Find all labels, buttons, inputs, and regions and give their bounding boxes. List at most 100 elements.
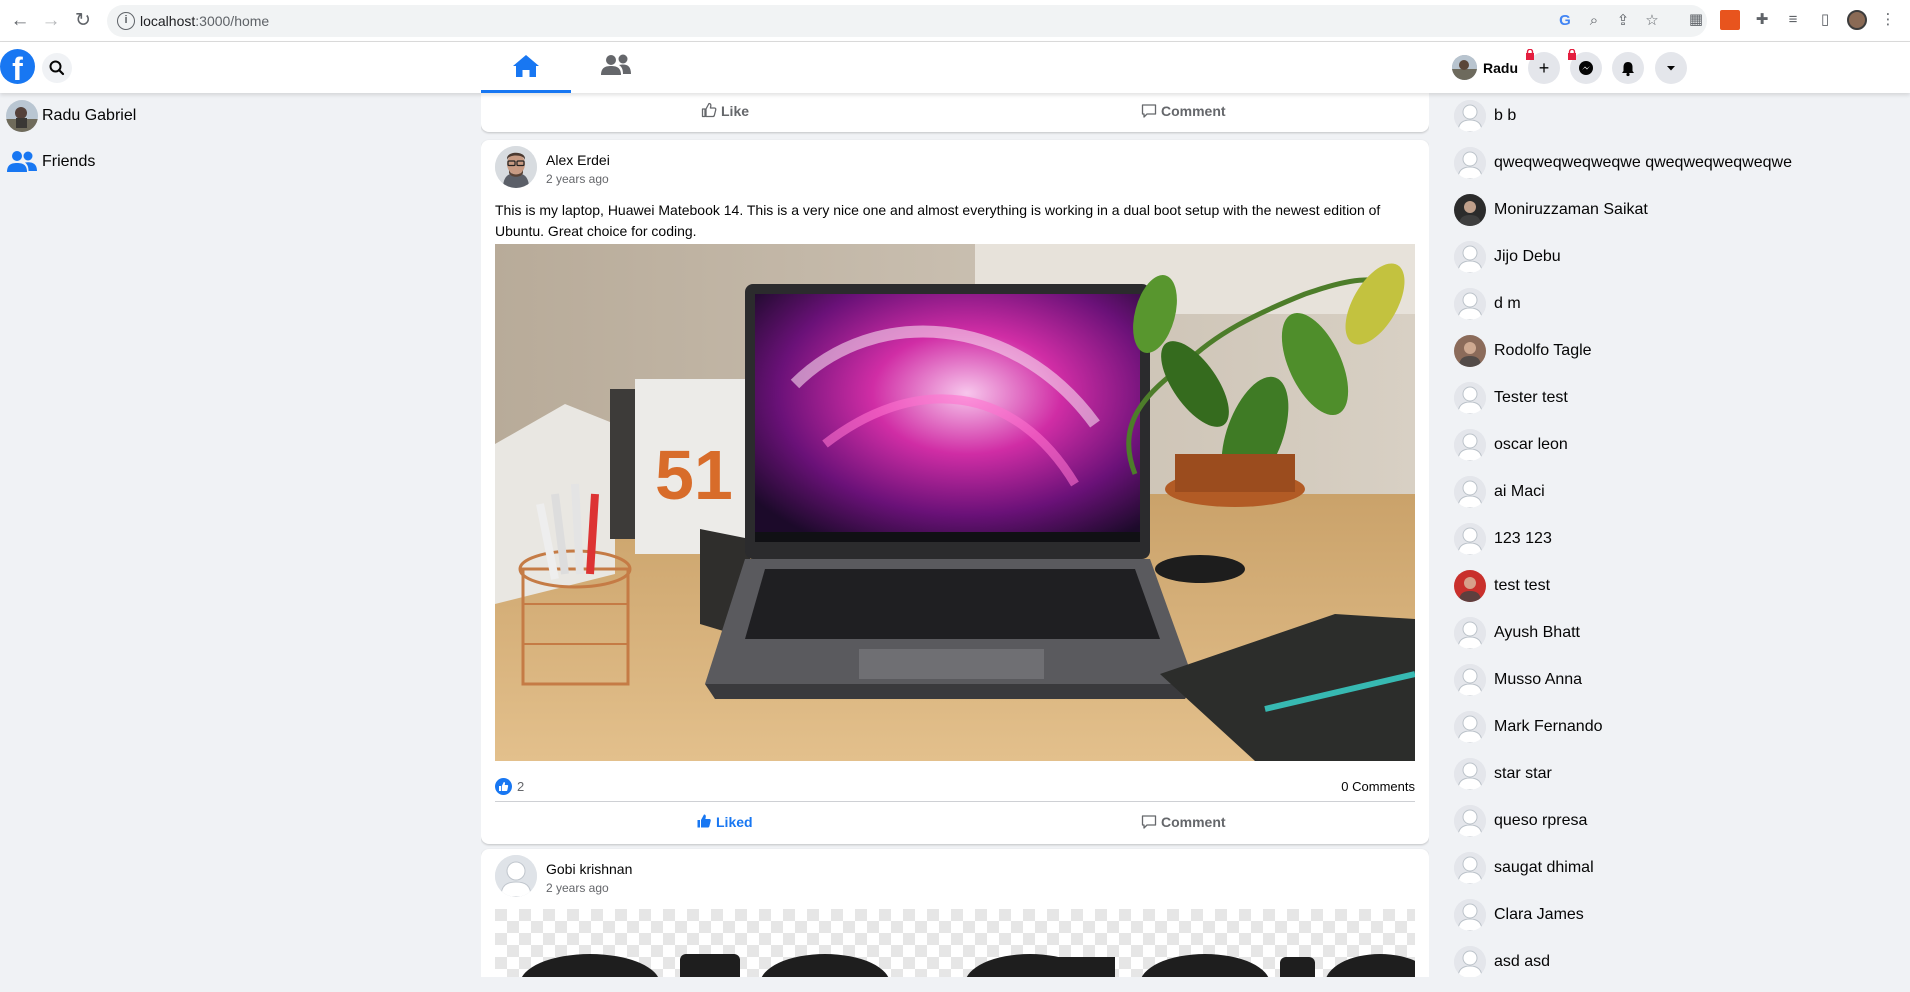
share-icon[interactable]: ⇪ xyxy=(1613,11,1633,31)
sidebar-item-friends[interactable]: Friends xyxy=(6,144,366,180)
comment-button[interactable]: Comment xyxy=(1141,93,1226,129)
friends-icon xyxy=(6,146,38,178)
create-button[interactable]: + xyxy=(1526,49,1560,84)
lock-icon xyxy=(1526,49,1534,60)
contact-item[interactable]: Mark Fernando xyxy=(1454,708,1904,748)
contact-name: star star xyxy=(1494,765,1552,782)
contact-item[interactable]: Tester test xyxy=(1454,379,1904,419)
extensions-puzzle-icon[interactable]: ✚ xyxy=(1752,10,1772,30)
back-icon[interactable]: ← xyxy=(8,9,32,33)
contact-item[interactable]: b b xyxy=(1454,97,1904,137)
reading-list-icon[interactable]: ≡ xyxy=(1783,10,1803,30)
post-image[interactable] xyxy=(495,909,1415,977)
site-info-icon[interactable]: i xyxy=(117,12,135,30)
off-extension-icon[interactable] xyxy=(1720,10,1740,30)
post-card: Gobi krishnan 2 years ago xyxy=(481,849,1429,977)
forward-icon[interactable]: → xyxy=(39,9,63,33)
avatar xyxy=(1454,617,1486,649)
comment-button[interactable]: Comment xyxy=(1141,804,1226,840)
caret-down-icon xyxy=(1667,66,1675,71)
qr-extension-icon[interactable]: ▦ xyxy=(1686,10,1706,30)
contact-name: queso rpresa xyxy=(1494,812,1588,829)
contact-name: oscar leon xyxy=(1494,436,1568,453)
contact-item[interactable]: saugat dhimal xyxy=(1454,849,1904,889)
page-bottom xyxy=(0,977,1910,992)
post-image[interactable]: 51 xyxy=(495,244,1415,761)
contact-name: ai Maci xyxy=(1494,483,1545,500)
sidebar-item-label: Friends xyxy=(42,153,96,170)
url-text: localhost:3000/home xyxy=(140,13,270,29)
avatar xyxy=(1454,100,1486,132)
avatar[interactable] xyxy=(495,146,537,188)
contact-item[interactable]: qweqweqweqweqwe qweqweqweqweqwe xyxy=(1454,144,1904,184)
avatar xyxy=(1454,570,1486,602)
contact-name: Mark Fernando xyxy=(1494,718,1603,735)
contact-item[interactable]: Moniruzzaman Saikat xyxy=(1454,191,1904,231)
bell-icon xyxy=(1622,62,1634,77)
browser-profile-avatar[interactable] xyxy=(1847,10,1867,30)
liked-button[interactable]: Liked xyxy=(696,804,753,840)
reload-icon[interactable]: ↻ xyxy=(71,9,95,33)
side-panel-icon[interactable]: ▯ xyxy=(1815,10,1835,30)
avatar xyxy=(1454,805,1486,837)
avatar xyxy=(1454,946,1486,978)
avatar[interactable] xyxy=(495,855,537,897)
address-bar[interactable]: i localhost:3000/home G ⌕ ⇪ ☆ xyxy=(107,5,1707,37)
contact-item[interactable]: ai Maci xyxy=(1454,473,1904,513)
avatar xyxy=(1454,194,1486,226)
contact-item[interactable]: queso rpresa xyxy=(1454,802,1904,842)
avatar xyxy=(1454,288,1486,320)
contact-name: asd asd xyxy=(1494,953,1551,970)
zoom-icon[interactable]: ⌕ xyxy=(1584,11,1604,31)
comment-icon xyxy=(1141,815,1157,829)
search-button[interactable] xyxy=(42,53,72,83)
contact-item[interactable]: Ayush Bhatt xyxy=(1454,614,1904,654)
contact-item[interactable]: Rodolfo Tagle xyxy=(1454,332,1904,372)
avatar xyxy=(1454,241,1486,273)
home-icon xyxy=(513,55,539,77)
thumbs-up-icon xyxy=(701,102,717,118)
post-author[interactable]: Gobi krishnan xyxy=(546,861,632,877)
contact-item[interactable]: 123 123 xyxy=(1454,520,1904,560)
bookmark-star-icon[interactable]: ☆ xyxy=(1642,11,1662,31)
post-timestamp[interactable]: 2 years ago xyxy=(546,881,609,895)
lock-icon xyxy=(1568,49,1576,60)
post-card: Alex Erdei 2 years ago This is my laptop… xyxy=(481,140,1429,844)
contact-name: Musso Anna xyxy=(1494,671,1583,688)
post-timestamp[interactable]: 2 years ago xyxy=(546,172,609,186)
post-author[interactable]: Alex Erdei xyxy=(546,152,610,168)
contact-item[interactable]: Jijo Debu xyxy=(1454,238,1904,278)
avatar xyxy=(1454,147,1486,179)
news-feed: Like Comment Alex Erdei 2 years ago This… xyxy=(481,93,1429,977)
like-button[interactable]: Like xyxy=(701,93,749,129)
contact-item[interactable]: Musso Anna xyxy=(1454,661,1904,701)
sidebar-item-profile[interactable]: Radu Gabriel xyxy=(6,98,366,134)
contact-name: saugat dhimal xyxy=(1494,859,1594,876)
google-icon[interactable]: G xyxy=(1555,11,1575,31)
contact-item[interactable]: Clara James xyxy=(1454,896,1904,936)
browser-menu-icon[interactable]: ⋮ xyxy=(1878,10,1898,30)
contact-item[interactable]: test test xyxy=(1454,567,1904,607)
contact-name: b b xyxy=(1494,107,1517,124)
contact-item[interactable]: d m xyxy=(1454,285,1904,325)
like-reaction-icon xyxy=(495,778,512,795)
contact-item[interactable]: star star xyxy=(1454,755,1904,795)
avatar xyxy=(1454,852,1486,884)
tab-home[interactable] xyxy=(481,42,571,93)
avatar xyxy=(1454,382,1486,414)
search-icon xyxy=(49,60,65,76)
notifications-button[interactable] xyxy=(1612,52,1644,84)
avatar xyxy=(1454,429,1486,461)
avatar xyxy=(1454,476,1486,508)
messenger-button[interactable] xyxy=(1568,49,1602,84)
avatar xyxy=(1454,758,1486,790)
avatar xyxy=(1454,899,1486,931)
contact-item[interactable]: oscar leon xyxy=(1454,426,1904,466)
contact-name: Ayush Bhatt xyxy=(1494,624,1580,641)
facebook-logo[interactable]: f xyxy=(0,49,35,84)
account-menu-button[interactable] xyxy=(1655,52,1687,84)
contact-name: qweqweqweqweqwe qweqweqweqweqwe xyxy=(1494,154,1792,171)
tab-friends[interactable] xyxy=(577,42,657,93)
comments-count[interactable]: 0 Comments xyxy=(1341,779,1415,794)
sidebar-item-label: Radu Gabriel xyxy=(42,107,137,124)
